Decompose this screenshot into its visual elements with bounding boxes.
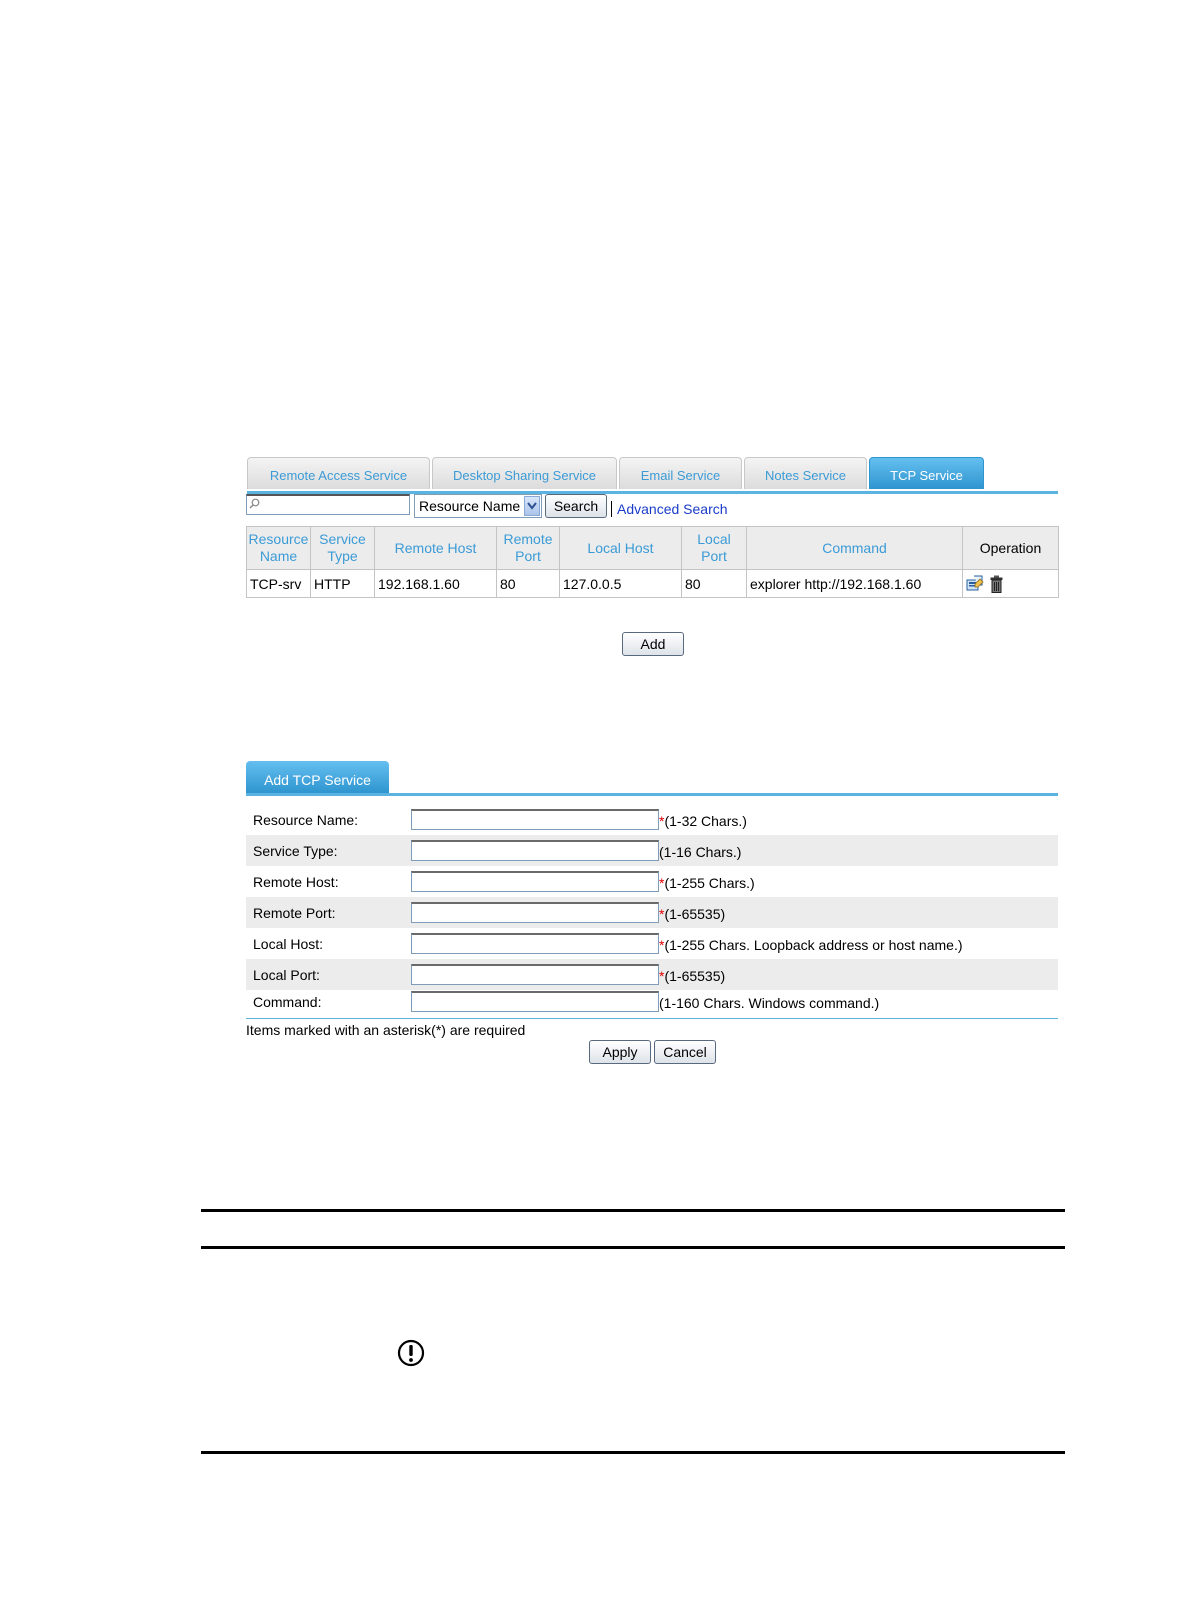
- search-button[interactable]: Search: [545, 494, 607, 518]
- tab-email-service[interactable]: Email Service: [619, 457, 742, 489]
- service-type-field[interactable]: [411, 840, 659, 861]
- delete-icon[interactable]: [990, 575, 1003, 593]
- form-row-service-type: Service Type: (1-16 Chars.): [246, 835, 1058, 866]
- required-note: Items marked with an asterisk(*) are req…: [246, 1022, 526, 1038]
- local-host-hint: *(1-255 Chars. Loopback address or host …: [659, 937, 963, 953]
- local-port-hint: *(1-65535): [659, 968, 726, 984]
- cell-command: explorer http://192.168.1.60: [746, 569, 963, 598]
- service-type-label: Service Type:: [253, 843, 338, 859]
- form-row-remote-host: Remote Host: *(1-255 Chars.): [246, 866, 1058, 897]
- command-field[interactable]: [411, 991, 659, 1012]
- remote-port-label: Remote Port:: [253, 905, 336, 921]
- header-operation: Operation: [962, 526, 1059, 570]
- tab-desktop-sharing-service[interactable]: Desktop Sharing Service: [432, 457, 617, 489]
- service-tabbar: Remote Access Service Desktop Sharing Se…: [247, 457, 1058, 494]
- remote-host-label: Remote Host:: [253, 874, 339, 890]
- header-service-type[interactable]: Service Type: [310, 526, 375, 570]
- header-remote-port[interactable]: Remote Port: [496, 526, 560, 570]
- local-host-field[interactable]: [411, 933, 659, 954]
- service-type-hint: (1-16 Chars.): [659, 844, 742, 860]
- apply-button[interactable]: Apply: [589, 1040, 651, 1064]
- local-port-label: Local Port:: [253, 967, 320, 983]
- resource-name-hint: *(1-32 Chars.): [659, 813, 747, 829]
- command-label: Command:: [253, 994, 322, 1010]
- table-header-row: Resource Name Service Type Remote Host Rem…: [246, 526, 1059, 570]
- remote-port-hint: *(1-65535): [659, 906, 726, 922]
- search-field-selected: Resource Name: [419, 498, 521, 514]
- cancel-button[interactable]: Cancel: [654, 1040, 716, 1064]
- search-field-select[interactable]: Resource Name: [414, 494, 542, 518]
- header-local-port[interactable]: Local Port: [681, 526, 747, 570]
- search-icon: [249, 498, 260, 509]
- cell-resource-name: TCP-srv: [246, 569, 311, 598]
- remote-host-hint: *(1-255 Chars.): [659, 875, 755, 891]
- command-hint: (1-160 Chars. Windows command.): [659, 995, 880, 1011]
- remote-port-field[interactable]: [411, 902, 659, 923]
- form-row-command: Command: (1-160 Chars. Windows command.): [246, 986, 1058, 1017]
- header-command[interactable]: Command: [746, 526, 963, 570]
- tab-remote-access-service[interactable]: Remote Access Service: [247, 457, 430, 489]
- header-remote-host[interactable]: Remote Host: [374, 526, 497, 570]
- resource-name-label: Resource Name:: [253, 812, 359, 828]
- cell-service-type: HTTP: [310, 569, 375, 598]
- resource-name-field[interactable]: [411, 809, 659, 830]
- form-row-resource-name: Resource Name: *(1-32 Chars.): [246, 804, 1058, 835]
- add-button[interactable]: Add: [622, 632, 684, 656]
- tab-tcp-service[interactable]: TCP Service: [869, 457, 984, 489]
- header-resource-name[interactable]: Resource Name: [246, 526, 311, 570]
- cell-operation: [962, 569, 1059, 598]
- cell-remote-host: 192.168.1.60: [374, 569, 497, 598]
- remote-host-field[interactable]: [411, 871, 659, 892]
- chevron-down-icon[interactable]: [524, 496, 540, 516]
- link-separator: [611, 501, 612, 517]
- local-host-label: Local Host:: [253, 936, 324, 952]
- advanced-search-link[interactable]: Advanced Search: [617, 501, 728, 517]
- local-port-field[interactable]: [411, 964, 659, 985]
- tab-notes-service[interactable]: Notes Service: [744, 457, 867, 489]
- cell-local-port: 80: [681, 569, 747, 598]
- add-form-tabbar: Add TCP Service: [246, 761, 1058, 796]
- tcp-service-table: Resource Name Service Type Remote Host Rem…: [246, 526, 1059, 598]
- note-top-rule: [201, 1209, 1065, 1212]
- form-divider: [246, 1018, 1058, 1019]
- search-input[interactable]: [246, 494, 410, 515]
- important-icon: [397, 1339, 425, 1367]
- edit-icon[interactable]: [966, 575, 984, 592]
- table-row: TCP-srv HTTP 192.168.1.60 80 127.0.0.5 8…: [246, 569, 1059, 598]
- cell-local-host: 127.0.0.5: [559, 569, 682, 598]
- note-header-rule: [201, 1246, 1065, 1249]
- form-row-remote-port: Remote Port: *(1-65535): [246, 897, 1058, 928]
- tab-add-tcp-service[interactable]: Add TCP Service: [246, 761, 389, 793]
- header-local-host[interactable]: Local Host: [559, 526, 682, 570]
- note-bottom-rule: [201, 1451, 1065, 1454]
- form-row-local-host: Local Host: *(1-255 Chars. Loopback addr…: [246, 928, 1058, 959]
- cell-remote-port: 80: [496, 569, 560, 598]
